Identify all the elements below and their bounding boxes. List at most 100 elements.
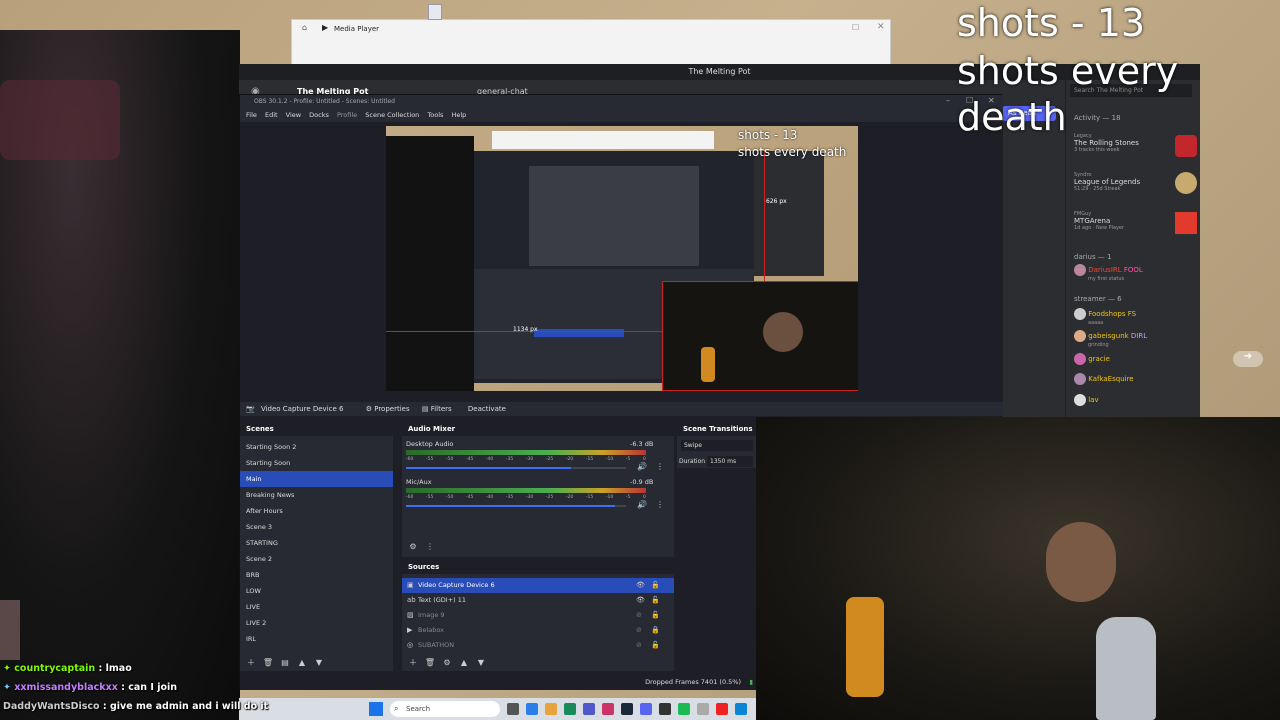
- eye-hidden-icon[interactable]: ⊘: [636, 623, 642, 638]
- youtube-icon[interactable]: [716, 703, 728, 715]
- down-icon[interactable]: ▼: [474, 657, 488, 668]
- lock-icon[interactable]: 🔓: [651, 638, 660, 653]
- scene-item[interactable]: Starting Soon: [240, 455, 393, 471]
- member-item[interactable]: Foodshops FS aaaaa: [1074, 308, 1136, 326]
- scene-item[interactable]: LIVE: [240, 599, 393, 615]
- spotify-icon[interactable]: [678, 703, 690, 715]
- scene-item[interactable]: After Hours: [240, 503, 393, 519]
- chat-message: DaddyWantsDisco : give me admin and i wi…: [3, 701, 269, 712]
- steam-icon[interactable]: [621, 703, 633, 715]
- lock-icon[interactable]: 🔓: [651, 608, 660, 623]
- scene-item[interactable]: LIVE 2: [240, 615, 393, 631]
- person-face: [1046, 522, 1116, 602]
- eye-icon[interactable]: 👁: [636, 578, 645, 593]
- down-icon[interactable]: ▼: [312, 657, 326, 668]
- up-icon[interactable]: ▲: [457, 657, 471, 668]
- taskbar-search[interactable]: ⌕ Search: [390, 701, 500, 717]
- source-list: ▣ Video Capture Device 6 👁 🔓 ab Text (GD…: [402, 574, 674, 653]
- more-options-icon[interactable]: ⋮: [656, 500, 664, 509]
- activity-item[interactable]: Syndro League of Legends 51:29 · 25d Str…: [1074, 172, 1140, 192]
- menu-edit[interactable]: Edit: [265, 111, 278, 119]
- duration-input[interactable]: 1350 ms: [707, 456, 753, 467]
- task-view-icon[interactable]: [507, 703, 519, 715]
- menu-file[interactable]: File: [246, 111, 257, 119]
- eye-hidden-icon[interactable]: ⊘: [636, 638, 642, 653]
- eye-hidden-icon[interactable]: ⊘: [636, 608, 642, 623]
- mixer-channel-name: Desktop Audio: [406, 440, 454, 448]
- close-icon[interactable]: ✕: [877, 22, 885, 32]
- source-item-active[interactable]: ▣ Video Capture Device 6 👁 🔓: [402, 578, 674, 593]
- member-item[interactable]: gabeisgunk DIRL grinding: [1074, 330, 1147, 348]
- activity-item[interactable]: FMGuy MTGArena 1d ago · New Player: [1074, 211, 1124, 231]
- trash-icon[interactable]: 🗑: [423, 657, 437, 668]
- eye-icon[interactable]: 👁: [636, 593, 645, 608]
- clothes-blob: [0, 80, 120, 160]
- next-arrow-icon[interactable]: ➔: [1233, 351, 1263, 367]
- app-icon[interactable]: [564, 703, 576, 715]
- scene-item[interactable]: Starting Soon 2: [240, 439, 393, 455]
- preview-webcam-source[interactable]: [662, 281, 858, 391]
- more-options-icon[interactable]: ⋮: [656, 462, 664, 471]
- scene-item[interactable]: Breaking News: [240, 487, 393, 503]
- media-player-window[interactable]: ⌂ ▶ Media Player ☐ ✕: [291, 19, 891, 65]
- plus-icon[interactable]: ＋: [244, 657, 258, 668]
- menu-help[interactable]: Help: [451, 111, 466, 119]
- obs-icon[interactable]: [659, 703, 671, 715]
- file-explorer-icon[interactable]: [545, 703, 557, 715]
- deactivate-button[interactable]: Deactivate: [468, 405, 506, 413]
- filters-button[interactable]: ▤ Filters: [422, 405, 452, 413]
- menu-scene-collection[interactable]: Scene Collection: [365, 111, 419, 119]
- scene-item[interactable]: Scene 2: [240, 551, 393, 567]
- member-item[interactable]: DariusIRL FOOL my first status: [1074, 264, 1143, 282]
- source-item[interactable]: ▨ Image 9 ⊘ 🔓: [402, 608, 674, 623]
- media-player-title: Media Player: [334, 25, 380, 33]
- lock-icon[interactable]: 🔓: [651, 578, 660, 593]
- windows-icon[interactable]: [369, 702, 383, 716]
- obs-menubar: File Edit View Docks Profile Scene Colle…: [240, 109, 1003, 122]
- up-icon[interactable]: ▲: [295, 657, 309, 668]
- scene-item-active[interactable]: Main: [240, 471, 393, 487]
- preview-left-cam: [386, 136, 474, 391]
- menu-docks[interactable]: Docks: [309, 111, 329, 119]
- speaker-icon[interactable]: 🔊: [637, 462, 647, 471]
- transition-select[interactable]: Swipe: [681, 440, 753, 451]
- filter-icon[interactable]: ▤: [278, 657, 292, 668]
- volume-slider-fill: [406, 505, 615, 507]
- minimize-icon[interactable]: –: [946, 96, 950, 105]
- source-item[interactable]: ◎ SUBATHON ⊘ 🔓: [402, 638, 674, 653]
- program-preview[interactable]: shots - 13 shots every death 1134 px 626…: [386, 126, 858, 391]
- copilot-icon[interactable]: [526, 703, 538, 715]
- member-item[interactable]: lav: [1074, 394, 1099, 406]
- more-options-icon[interactable]: ⋮: [423, 541, 437, 552]
- discord-icon[interactable]: [640, 703, 652, 715]
- scene-item[interactable]: STARTING: [240, 535, 393, 551]
- trash-icon[interactable]: 🗑: [261, 657, 275, 668]
- source-item[interactable]: ab Text (GDI+) 11 👁 🔓: [402, 593, 674, 608]
- menu-view[interactable]: View: [286, 111, 301, 119]
- taskbar-app-icon[interactable]: [428, 4, 442, 20]
- member-item[interactable]: KafkaEsquire: [1074, 373, 1134, 385]
- notepad-icon[interactable]: [697, 703, 709, 715]
- home-icon[interactable]: ⌂: [302, 23, 307, 32]
- lock-icon[interactable]: 🔓: [651, 593, 660, 608]
- member-item[interactable]: gracie: [1074, 353, 1110, 365]
- scene-item[interactable]: Scene 3: [240, 519, 393, 535]
- gear-icon[interactable]: ⚙: [406, 541, 420, 552]
- source-item[interactable]: ▶ Belabox ⊘ 🔒: [402, 623, 674, 638]
- lock-icon[interactable]: 🔒: [651, 623, 660, 638]
- scene-item[interactable]: IRL: [240, 631, 393, 647]
- plus-icon[interactable]: ＋: [406, 657, 420, 668]
- properties-button[interactable]: ⚙ Properties: [366, 405, 410, 413]
- menu-tools[interactable]: Tools: [427, 111, 443, 119]
- edge-icon[interactable]: [735, 703, 747, 715]
- volume-slider-track[interactable]: [406, 467, 626, 469]
- gear-icon[interactable]: ⚙: [440, 657, 454, 668]
- volume-slider-track[interactable]: [406, 505, 626, 507]
- scene-item[interactable]: BRB: [240, 567, 393, 583]
- opera-icon[interactable]: [602, 703, 614, 715]
- menu-profile[interactable]: Profile: [337, 111, 357, 119]
- scene-item[interactable]: LOW: [240, 583, 393, 599]
- maximize-icon[interactable]: ☐: [852, 23, 859, 32]
- teams-icon[interactable]: [583, 703, 595, 715]
- speaker-icon[interactable]: 🔊: [637, 500, 647, 509]
